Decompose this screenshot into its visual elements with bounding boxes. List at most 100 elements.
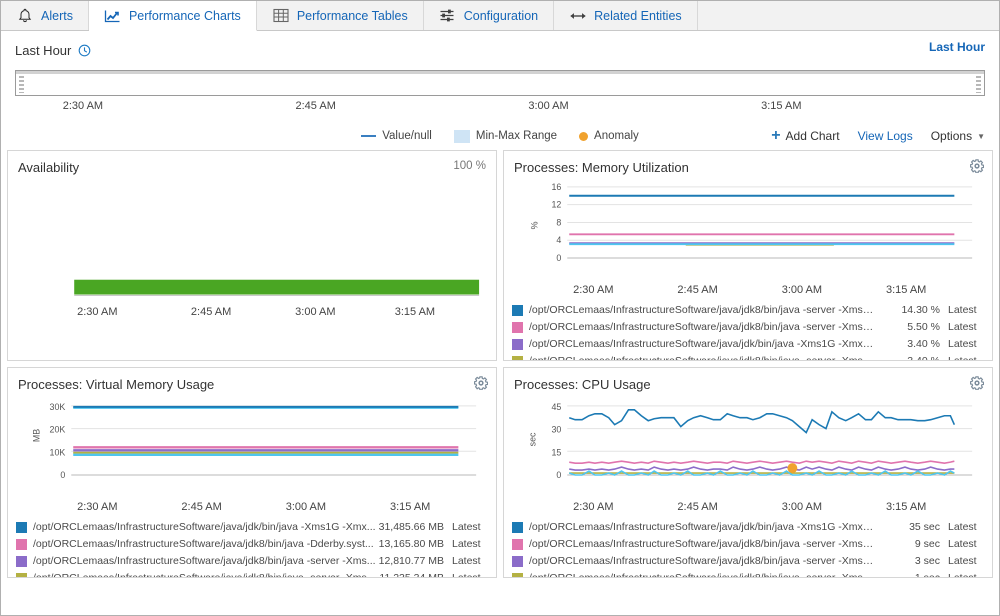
x-tick: 2:30 AM — [573, 500, 614, 513]
panel-availability: Availability 100 % 2:30 AM 2:45 AM 3:00 … — [7, 150, 497, 361]
global-legend: Value/null Min-Max Range Anomaly — [361, 129, 639, 143]
svg-text:4: 4 — [556, 235, 561, 245]
options-dropdown[interactable]: Options ▼ — [931, 129, 985, 143]
series-status: Latest — [948, 555, 977, 568]
gear-icon[interactable] — [970, 376, 984, 390]
svg-text:0: 0 — [556, 470, 561, 480]
list-item[interactable]: /opt/ORCLemaas/InfrastructureSoftware/ja… — [512, 353, 984, 360]
virtual-memory-series-legend: /opt/ORCLemaas/InfrastructureSoftware/ja… — [8, 517, 496, 577]
anomaly-marker — [787, 463, 798, 474]
legend-label: Min-Max Range — [475, 130, 558, 142]
svg-text:sec: sec — [528, 432, 538, 446]
series-color-swatch — [512, 321, 523, 333]
cpu-chart[interactable]: 45 30 15 0 sec 2:30 AM 2:45 AM 3:00 AM 3… — [504, 396, 992, 517]
list-item[interactable]: /opt/ORCLemaas/InfrastructureSoftware/ja… — [16, 519, 488, 536]
list-item[interactable]: /opt/ORCLemaas/InfrastructureSoftware/ja… — [512, 536, 984, 553]
x-tick: 2:45 AM — [677, 283, 718, 296]
add-chart-label: Add Chart — [785, 129, 840, 143]
panel-title: Availability — [18, 160, 80, 175]
time-range-header: Last Hour Last Hour — [15, 39, 985, 61]
virtual-memory-chart[interactable]: 30K 20K 10K 0 MB 2:30 AM 2:45 AM 3:00 AM… — [8, 396, 496, 517]
list-item[interactable]: /opt/ORCLemaas/InfrastructureSoftware/ja… — [16, 553, 488, 570]
list-item[interactable]: /opt/ORCLemaas/InfrastructureSoftware/ja… — [512, 553, 984, 570]
list-item[interactable]: /opt/ORCLemaas/InfrastructureSoftware/ja… — [512, 570, 984, 577]
plus-icon: + — [771, 127, 781, 144]
series-name: /opt/ORCLemaas/InfrastructureSoftware/ja… — [529, 521, 874, 534]
list-item[interactable]: /opt/ORCLemaas/InfrastructureSoftware/ja… — [512, 319, 984, 336]
series-status: Latest — [948, 538, 977, 551]
tab-related-entities[interactable]: Related Entities — [554, 1, 698, 30]
time-range-ticks: 2:30 AM 2:45 AM 3:00 AM 3:15 AM — [15, 100, 985, 118]
svg-text:16: 16 — [551, 182, 561, 192]
table-grid-icon — [272, 7, 290, 25]
gear-icon[interactable] — [970, 159, 984, 173]
list-item[interactable]: /opt/ORCLemaas/InfrastructureSoftware/ja… — [16, 536, 488, 553]
list-item[interactable]: /opt/ORCLemaas/InfrastructureSoftware/ja… — [512, 519, 984, 536]
series-value: 1 sec — [874, 572, 948, 577]
svg-text:8: 8 — [556, 217, 561, 227]
series-name: /opt/ORCLemaas/InfrastructureSoftware/ja… — [33, 521, 376, 534]
series-color-swatch — [512, 355, 523, 360]
tab-performance-tables[interactable]: Performance Tables — [257, 1, 424, 30]
virtual-memory-svg: 30K 20K 10K 0 MB — [32, 402, 477, 480]
tab-label: Alerts — [41, 8, 73, 23]
cpu-xticks: 2:30 AM 2:45 AM 3:00 AM 3:15 AM — [508, 501, 982, 517]
series-status: Latest — [452, 538, 481, 551]
series-color-swatch — [512, 572, 523, 577]
legend-dot-marker — [579, 131, 589, 141]
series-value: 14.30 % — [901, 304, 940, 317]
slider-handle-left[interactable] — [19, 76, 24, 93]
series-status: Latest — [452, 555, 481, 568]
x-tick: 3:15 AM — [389, 500, 431, 513]
series-name: /opt/ORCLemaas/InfrastructureSoftware/ja… — [529, 555, 874, 568]
svg-text:0: 0 — [556, 253, 561, 263]
legend-label: Anomaly — [594, 130, 639, 142]
tab-performance-charts[interactable]: Performance Charts — [88, 1, 257, 31]
availability-chart[interactable]: 2:30 AM 2:45 AM 3:00 AM 3:15 AM — [8, 179, 496, 322]
legend-anomaly: Anomaly — [579, 130, 639, 142]
view-logs-link[interactable]: View Logs — [858, 129, 913, 143]
bell-icon — [16, 7, 34, 25]
series-name: /opt/ORCLemaas/InfrastructureSoftware/ja… — [529, 572, 874, 577]
time-range-slider[interactable] — [15, 70, 985, 96]
svg-text:0: 0 — [60, 470, 65, 480]
svg-text:20K: 20K — [50, 425, 66, 435]
panel-title: Processes: Memory Utilization — [514, 160, 689, 175]
reset-last-hour-link[interactable]: Last Hour — [929, 40, 985, 54]
sliders-icon — [439, 7, 457, 25]
list-item[interactable]: /opt/ORCLemaas/InfrastructureSoftware/ja… — [512, 336, 984, 353]
tab-label: Performance Charts — [128, 8, 241, 23]
panel-memory-utilization: Processes: Memory Utilization 16 12 8 4 … — [503, 150, 993, 361]
clock-icon[interactable] — [78, 44, 91, 57]
x-tick: 2:30 AM — [77, 305, 118, 318]
panel-title: Processes: Virtual Memory Usage — [18, 377, 215, 392]
series-name: /opt/ORCLemaas/InfrastructureSoftware/ja… — [529, 355, 874, 360]
slider-handle-right[interactable] — [976, 76, 981, 93]
tab-configuration[interactable]: Configuration — [424, 1, 555, 30]
list-item[interactable]: /opt/ORCLemaas/InfrastructureSoftware/ja… — [16, 570, 488, 577]
time-tick: 2:45 AM — [295, 100, 336, 112]
series-name: /opt/ORCLemaas/InfrastructureSoftware/ja… — [33, 555, 376, 568]
series-name: /opt/ORCLemaas/InfrastructureSoftware/ja… — [529, 321, 874, 334]
options-label: Options — [930, 129, 973, 143]
x-tick: 2:45 AM — [190, 305, 232, 318]
tab-alerts[interactable]: Alerts — [1, 1, 89, 30]
list-item[interactable]: /opt/ORCLemaas/InfrastructureSoftware/ja… — [512, 302, 984, 319]
availability-xticks: 2:30 AM 2:45 AM 3:00 AM 3:15 AM — [12, 306, 486, 322]
series-color-swatch — [512, 521, 523, 533]
series-color-swatch — [16, 521, 27, 533]
series-name: /opt/ORCLemaas/InfrastructureSoftware/ja… — [529, 304, 874, 317]
series-color-swatch — [16, 555, 27, 567]
tab-label: Related Entities — [594, 8, 682, 23]
series-name: /opt/ORCLemaas/InfrastructureSoftware/ja… — [33, 572, 378, 577]
memory-chart[interactable]: 16 12 8 4 0 % 2:30 AM 2:45 AM 3:00 AM 3:… — [504, 179, 992, 300]
cpu-series-legend: /opt/ORCLemaas/InfrastructureSoftware/ja… — [504, 517, 992, 577]
series-status: Latest — [948, 321, 977, 334]
time-tick: 3:15 AM — [761, 100, 802, 112]
x-tick: 3:00 AM — [285, 500, 327, 513]
panel-header: Processes: Memory Utilization — [504, 151, 992, 179]
gear-icon[interactable] — [474, 376, 488, 390]
legend-min-max-range: Min-Max Range — [453, 129, 558, 143]
add-chart-button[interactable]: + Add Chart — [771, 128, 839, 144]
series-color-swatch — [16, 538, 27, 550]
